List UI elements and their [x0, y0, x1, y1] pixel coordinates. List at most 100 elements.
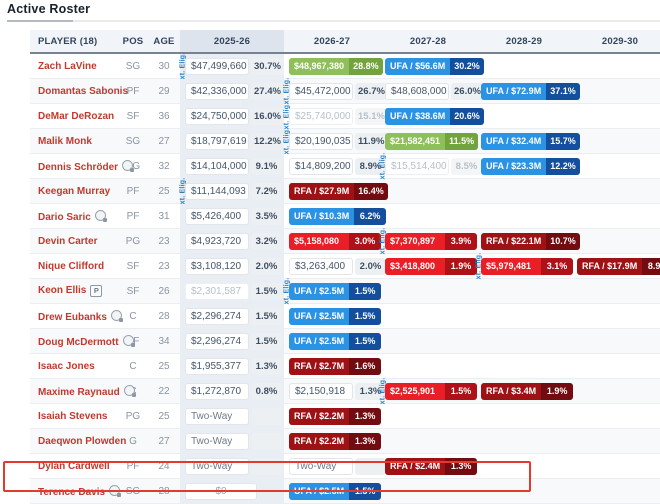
season-cell-2027-28: $3,418,8001.9% — [380, 254, 476, 279]
season-cell-2025-26: $0 — [180, 479, 284, 504]
season-cell-2028-29 — [476, 354, 572, 379]
player-age: 27 — [148, 429, 180, 454]
player-name-link[interactable]: Zach LaVine — [38, 61, 97, 72]
player-name-link[interactable]: Terence Davis — [38, 487, 105, 498]
cap-percent: 1.5% — [251, 333, 282, 350]
player-name-link[interactable]: Nique Clifford — [38, 261, 104, 272]
player-name-link[interactable]: Daeqwon Plowden — [38, 436, 126, 447]
season-cell-2027-28 — [380, 429, 476, 454]
season-cell-2027-28 — [380, 354, 476, 379]
column-header-2027-28[interactable]: 2027-28 — [380, 30, 476, 53]
table-row: Doug McDermott SF 34 $2,296,2741.5% UFA … — [30, 329, 660, 354]
player-name-link[interactable]: Keegan Murray — [38, 186, 110, 197]
column-header-2026-27[interactable]: 2026-27 — [284, 30, 380, 53]
season-cell-2027-28: RFA / $2.4M1.3% — [380, 454, 476, 479]
option-pill-ufa: UFA / $72.9M37.1% — [481, 83, 580, 100]
player-age: 31 — [148, 204, 180, 229]
player-age: 29 — [148, 79, 180, 104]
player-name-link[interactable]: Malik Monk — [38, 136, 92, 147]
salary-value: $45,472,000 — [289, 83, 353, 100]
player-age: 36 — [148, 104, 180, 129]
player-cell: Keon EllisP — [30, 279, 118, 304]
table-row: Dylan Cardwell PF 24 Two-Way Two-Way RFA… — [30, 454, 660, 479]
pill-percent: 1.5% — [349, 483, 381, 500]
pill-value: $7,370,897 — [385, 233, 445, 250]
player-age: 23 — [148, 254, 180, 279]
table-row: Keon EllisP SF 26 $2,301,5871.5% xt. Eli… — [30, 279, 660, 304]
season-cell-2026-27: xt. Elig.$20,190,03511.9% — [284, 129, 380, 154]
player-name-link[interactable]: Devin Carter — [38, 236, 97, 247]
pill-percent: 8.9% — [642, 258, 660, 275]
pill-value: $21,582,451 — [385, 133, 445, 150]
salary-value: $25,740,000 — [289, 108, 353, 125]
pill-percent: 3.1% — [541, 258, 573, 275]
option-pill-rfa: RFA / $3.4M1.9% — [481, 383, 573, 400]
season-cell-2026-27: xt. Elig.UFA / $2.5M1.5% — [284, 279, 380, 304]
player-name-link[interactable]: Isaac Jones — [38, 361, 95, 372]
contract-clause-icon — [95, 210, 106, 221]
season-cell-2025-26: $14,104,0009.1% — [180, 154, 284, 179]
player-name-link[interactable]: Doug McDermott — [38, 337, 119, 348]
table-row: Isaiah Stevens PG 25 Two-Way RFA / $2.2M… — [30, 404, 660, 429]
column-header-pos[interactable]: POS — [118, 30, 148, 53]
player-position: SG — [118, 129, 148, 154]
player-cell: Devin Carter — [30, 229, 118, 254]
cap-percent: 1.5% — [251, 308, 282, 325]
pill-percent: 28.8% — [349, 58, 383, 75]
season-cell-2025-26: $5,426,4003.5% — [180, 204, 284, 229]
cap-percent: 0.8% — [251, 383, 282, 400]
season-cell-2029-30 — [572, 304, 660, 329]
salary-value: $47,499,660 — [185, 58, 249, 75]
season-cell-2027-28 — [380, 179, 476, 204]
season-cell-2029-30 — [572, 279, 660, 304]
contract-clause-icon — [124, 385, 135, 396]
column-header-player[interactable]: PLAYER (18) — [30, 30, 118, 53]
player-cell: Terence Davis — [30, 479, 118, 504]
season-cell-2025-26: xt. Elig.$11,144,0937.2% — [180, 179, 284, 204]
season-cell-2027-28 — [380, 304, 476, 329]
player-name-link[interactable]: Dylan Cardwell — [38, 461, 110, 472]
player-name-link[interactable]: Keon Ellis — [38, 285, 86, 296]
season-cell-2026-27: $48,967,38028.8% — [284, 53, 380, 79]
pill-value: RFA / $3.4M — [481, 383, 541, 400]
cap-percent-empty — [251, 458, 282, 475]
season-cell-2027-28 — [380, 279, 476, 304]
player-name-link[interactable]: Maxime Raynaud — [38, 387, 120, 398]
salary-value: $2,296,274 — [185, 333, 249, 350]
season-cell-2026-27: $3,263,4002.0% — [284, 254, 380, 279]
season-cell-2029-30 — [572, 154, 660, 179]
option-pill-ufa: UFA / $2.5M1.5% — [289, 308, 381, 325]
season-cell-2027-28 — [380, 404, 476, 429]
column-header-2025-26[interactable]: 2025-26 — [180, 30, 284, 53]
player-cell: Domantas Sabonis — [30, 79, 118, 104]
player-name-link[interactable]: Dario Saric — [38, 212, 91, 223]
player-position: PG — [118, 404, 148, 429]
player-age: 25 — [148, 354, 180, 379]
player-name-link[interactable]: Dennis Schröder — [38, 162, 118, 173]
player-name-link[interactable]: Isaiah Stevens — [38, 411, 107, 422]
player-position: PF — [118, 454, 148, 479]
column-header-age[interactable]: AGE — [148, 30, 180, 53]
season-cell-2028-29 — [476, 479, 572, 504]
column-header-2029-30[interactable]: 2029-30 — [572, 30, 660, 53]
extension-eligible-marker: xt. Elig. — [180, 178, 187, 205]
pill-value: UFA / $2.5M — [289, 333, 349, 350]
table-row: Devin Carter PG 23 $4,923,7203.2% $5,158… — [30, 229, 660, 254]
season-cell-2029-30 — [572, 329, 660, 354]
season-cell-2026-27: RFA / $2.2M1.3% — [284, 429, 380, 454]
player-name-link[interactable]: Domantas Sabonis — [38, 86, 128, 97]
player-cell: Keegan Murray — [30, 179, 118, 204]
season-cell-2028-29: UFA / $32.4M15.7% — [476, 129, 572, 154]
player-name-link[interactable]: DeMar DeRozan — [38, 111, 114, 122]
extension-eligible-marker: xt. Elig. — [380, 378, 387, 405]
pill-value: UFA / $2.5M — [289, 308, 349, 325]
player-age: 27 — [148, 129, 180, 154]
pill-percent: 1.5% — [349, 333, 381, 350]
season-cell-2026-27: RFA / $2.7M1.6% — [284, 354, 380, 379]
salary-value: $24,750,000 — [185, 108, 249, 125]
player-name-link[interactable]: Drew Eubanks — [38, 312, 107, 323]
season-cell-2028-29 — [476, 304, 572, 329]
cap-percent: 3.5% — [251, 208, 282, 225]
player-position: SG — [118, 53, 148, 79]
column-header-2028-29[interactable]: 2028-29 — [476, 30, 572, 53]
